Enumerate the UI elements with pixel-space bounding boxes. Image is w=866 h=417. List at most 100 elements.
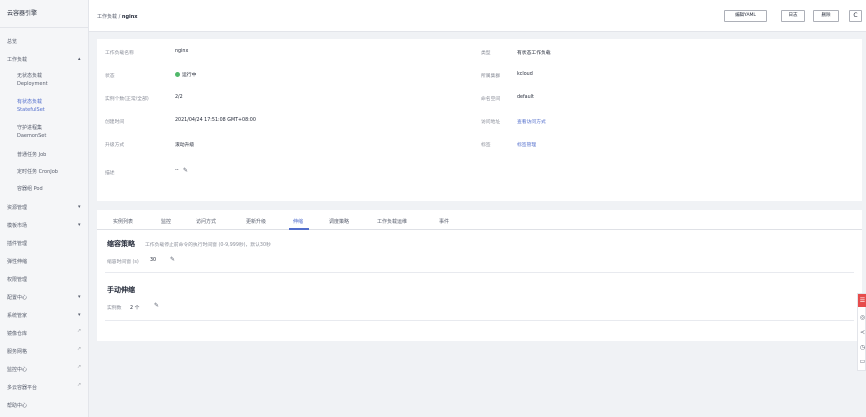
status-value: 运行中 bbox=[175, 71, 196, 78]
sidebar-item-autoscaling[interactable]: 弹性伸缩 bbox=[7, 258, 27, 265]
chat-icon[interactable]: ◎ bbox=[859, 314, 866, 321]
external-link-icon: ↗ bbox=[77, 364, 82, 370]
access-label: 访问地址 bbox=[481, 120, 501, 125]
upgrade-label: 升级方式 bbox=[105, 143, 125, 148]
tab-pods[interactable]: 实例列表 bbox=[113, 218, 133, 225]
section-divider bbox=[105, 272, 854, 273]
sidebar-item-workloads[interactable]: 工作负载 bbox=[7, 56, 27, 63]
breadcrumb: 工作负载 / nginx bbox=[97, 13, 138, 20]
section-divider bbox=[105, 320, 854, 321]
sidebar-item-resources[interactable]: 资源管理 bbox=[7, 204, 27, 211]
view-access-link[interactable]: 查看访问方式 bbox=[517, 118, 546, 125]
tab-scaling[interactable]: 伸缩 bbox=[293, 218, 303, 225]
chevron-down-icon[interactable]: ▾ bbox=[78, 204, 81, 210]
sidebar-item-daemonset[interactable]: 守护进程集 DaemonSet bbox=[17, 124, 46, 140]
instance-count-label: 实例数 bbox=[107, 306, 122, 311]
created-label: 创建时间 bbox=[105, 120, 125, 125]
sidebar-item-registry[interactable]: 镜像仓库 bbox=[7, 330, 27, 337]
floating-toolbar: ☰ ◎ ≺ ◷ ▭ bbox=[857, 293, 866, 371]
namespace-value: default bbox=[517, 95, 534, 100]
sidebar-item-multicloud[interactable]: 多云容器平台 bbox=[7, 384, 37, 391]
workload-tabs-panel: 实例列表 监控 访问方式 更新升级 伸缩 调度策略 工作负载运维 事件 缩容策略… bbox=[97, 210, 862, 341]
name-value: nginx bbox=[175, 49, 189, 54]
edit-icon[interactable]: ✎ bbox=[183, 167, 188, 174]
sidebar-item-label: 有状态负载 bbox=[17, 99, 43, 105]
sidebar-item-statefulset[interactable]: 有状态负载 StatefulSet bbox=[17, 98, 45, 114]
sidebar-item-job[interactable]: 普通任务 Job bbox=[17, 151, 46, 159]
running-status-icon bbox=[175, 72, 180, 77]
sidebar: 云容器引擎 总览 工作负载 ▴ 无状态负载 Deployment 有状态负载 S… bbox=[0, 0, 89, 417]
sidebar-item-system[interactable]: 系统管家 bbox=[7, 312, 27, 319]
sidebar-item-label: 无状态负载 bbox=[17, 73, 43, 79]
cluster-label: 所属集群 bbox=[481, 74, 501, 79]
instances-label: 实例个数(正常/全部) bbox=[105, 97, 149, 102]
status-text: 运行中 bbox=[182, 73, 197, 78]
chevron-down-icon[interactable]: ▾ bbox=[78, 294, 81, 300]
sidebar-item-mesh[interactable]: 服务网格 bbox=[7, 348, 27, 355]
refresh-button[interactable]: C bbox=[849, 10, 862, 22]
scale-window-label: 缩容时间窗 (s) bbox=[107, 260, 139, 265]
tab-access[interactable]: 访问方式 bbox=[196, 218, 216, 225]
external-link-icon: ↗ bbox=[77, 328, 82, 334]
scale-down-policy-desc: 工作负载停止前命令的执行时间窗 (0-9,999秒)，默认30秒 bbox=[145, 243, 271, 248]
upgrade-value: 滚动升级 bbox=[175, 143, 195, 148]
edit-yaml-button[interactable]: 编辑YAML bbox=[724, 10, 767, 22]
sidebar-item-label-en: Deployment bbox=[17, 81, 48, 87]
created-value: 2021/04/24 17:51:08 GMT+08:00 bbox=[175, 118, 256, 123]
type-label: 类型 bbox=[481, 51, 491, 56]
chevron-down-icon[interactable]: ▾ bbox=[78, 312, 81, 318]
type-value: 有状态工作负载 bbox=[517, 51, 551, 56]
instances-value: 2/2 bbox=[175, 95, 183, 100]
delete-button[interactable]: 删除 bbox=[813, 10, 839, 22]
sidebar-item-templates[interactable]: 模板市场 bbox=[7, 222, 27, 229]
sidebar-divider bbox=[0, 27, 89, 28]
sidebar-item-pod[interactable]: 容器组 Pod bbox=[17, 185, 43, 193]
tab-events[interactable]: 事件 bbox=[439, 218, 449, 225]
instance-count-value: 2 个 bbox=[130, 306, 140, 311]
cluster-value: kcloud bbox=[517, 72, 533, 77]
breadcrumb-current: nginx bbox=[121, 14, 138, 20]
edit-icon[interactable]: ✎ bbox=[154, 302, 159, 309]
name-label: 工作负载名称 bbox=[105, 51, 134, 56]
share-icon[interactable]: ≺ bbox=[859, 329, 866, 336]
external-link-icon: ↗ bbox=[77, 382, 82, 388]
description-label: 描述 bbox=[105, 171, 115, 176]
manual-scaling-title: 手动伸缩 bbox=[107, 286, 135, 294]
edit-icon[interactable]: ✎ bbox=[170, 256, 175, 263]
log-button[interactable]: 日志 bbox=[781, 10, 805, 22]
sidebar-item-addons[interactable]: 插件管理 bbox=[7, 240, 27, 247]
sidebar-item-label-en: DaemonSet bbox=[17, 133, 47, 139]
description-value: -- bbox=[175, 168, 179, 173]
service-title: 云容器引擎 bbox=[7, 10, 38, 17]
workload-details-panel: 工作负载名称 nginx 状态 运行中 实例个数(正常/全部) 2/2 创建时间… bbox=[97, 39, 862, 201]
message-icon[interactable]: ▭ bbox=[859, 358, 866, 365]
labels-label: 标签 bbox=[481, 143, 491, 148]
namespace-label: 命名空间 bbox=[481, 97, 501, 102]
sidebar-item-overview[interactable]: 总览 bbox=[7, 38, 17, 45]
external-link-icon: ↗ bbox=[77, 346, 82, 352]
chevron-up-icon[interactable]: ▴ bbox=[78, 56, 81, 62]
sidebar-item-label: 守护进程集 bbox=[17, 125, 43, 131]
tab-bar: 实例列表 监控 访问方式 更新升级 伸缩 调度策略 工作负载运维 事件 bbox=[97, 210, 862, 230]
sidebar-item-cronjob[interactable]: 定时任务 CronJob bbox=[17, 168, 58, 176]
sidebar-item-config[interactable]: 配置中心 bbox=[7, 294, 27, 301]
sidebar-item-label-en: StatefulSet bbox=[17, 107, 45, 113]
time-icon[interactable]: ◷ bbox=[859, 344, 866, 351]
sidebar-item-permissions[interactable]: 权限管理 bbox=[7, 276, 27, 283]
sidebar-item-help[interactable]: 帮助中心 bbox=[7, 402, 27, 409]
scale-window-value: 30 bbox=[150, 258, 157, 263]
active-tab-indicator bbox=[289, 228, 309, 230]
breadcrumb-parent[interactable]: 工作负载 bbox=[97, 14, 117, 20]
scale-down-policy-title: 缩容策略 bbox=[107, 240, 135, 248]
sidebar-item-deployment[interactable]: 无状态负载 Deployment bbox=[17, 72, 48, 88]
manage-labels-link[interactable]: 标签管理 bbox=[517, 141, 536, 148]
header: 工作负载 / nginx 编辑YAML 日志 删除 C bbox=[89, 0, 866, 32]
feedback-icon[interactable]: ☰ bbox=[858, 294, 866, 307]
chevron-down-icon[interactable]: ▾ bbox=[78, 222, 81, 228]
tab-operations[interactable]: 工作负载运维 bbox=[377, 218, 407, 225]
tab-upgrade[interactable]: 更新升级 bbox=[246, 218, 266, 225]
sidebar-item-monitoring[interactable]: 监控中心 bbox=[7, 366, 27, 373]
status-label: 状态 bbox=[105, 74, 115, 79]
tab-monitoring[interactable]: 监控 bbox=[161, 218, 171, 225]
tab-scheduling[interactable]: 调度策略 bbox=[329, 218, 349, 225]
